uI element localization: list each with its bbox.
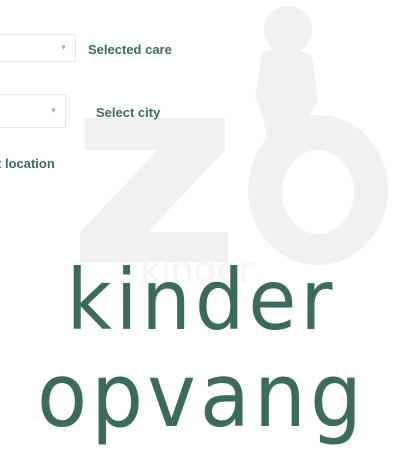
watermark-figure-head: [264, 6, 312, 54]
watermark-z-shape: [80, 118, 228, 262]
care-select[interactable]: ▼: [0, 34, 76, 62]
select-city-label: Select city: [96, 105, 161, 120]
selected-care-label: Selected care: [88, 42, 172, 57]
chevron-down-icon: ▼: [50, 107, 57, 115]
select-location-label: t location: [0, 156, 55, 171]
city-select[interactable]: ▼: [0, 94, 66, 128]
chevron-down-icon: ▼: [60, 44, 67, 52]
logo-text-opvang: opvang: [36, 345, 367, 448]
logo-text-kinder: kinder: [66, 252, 337, 350]
